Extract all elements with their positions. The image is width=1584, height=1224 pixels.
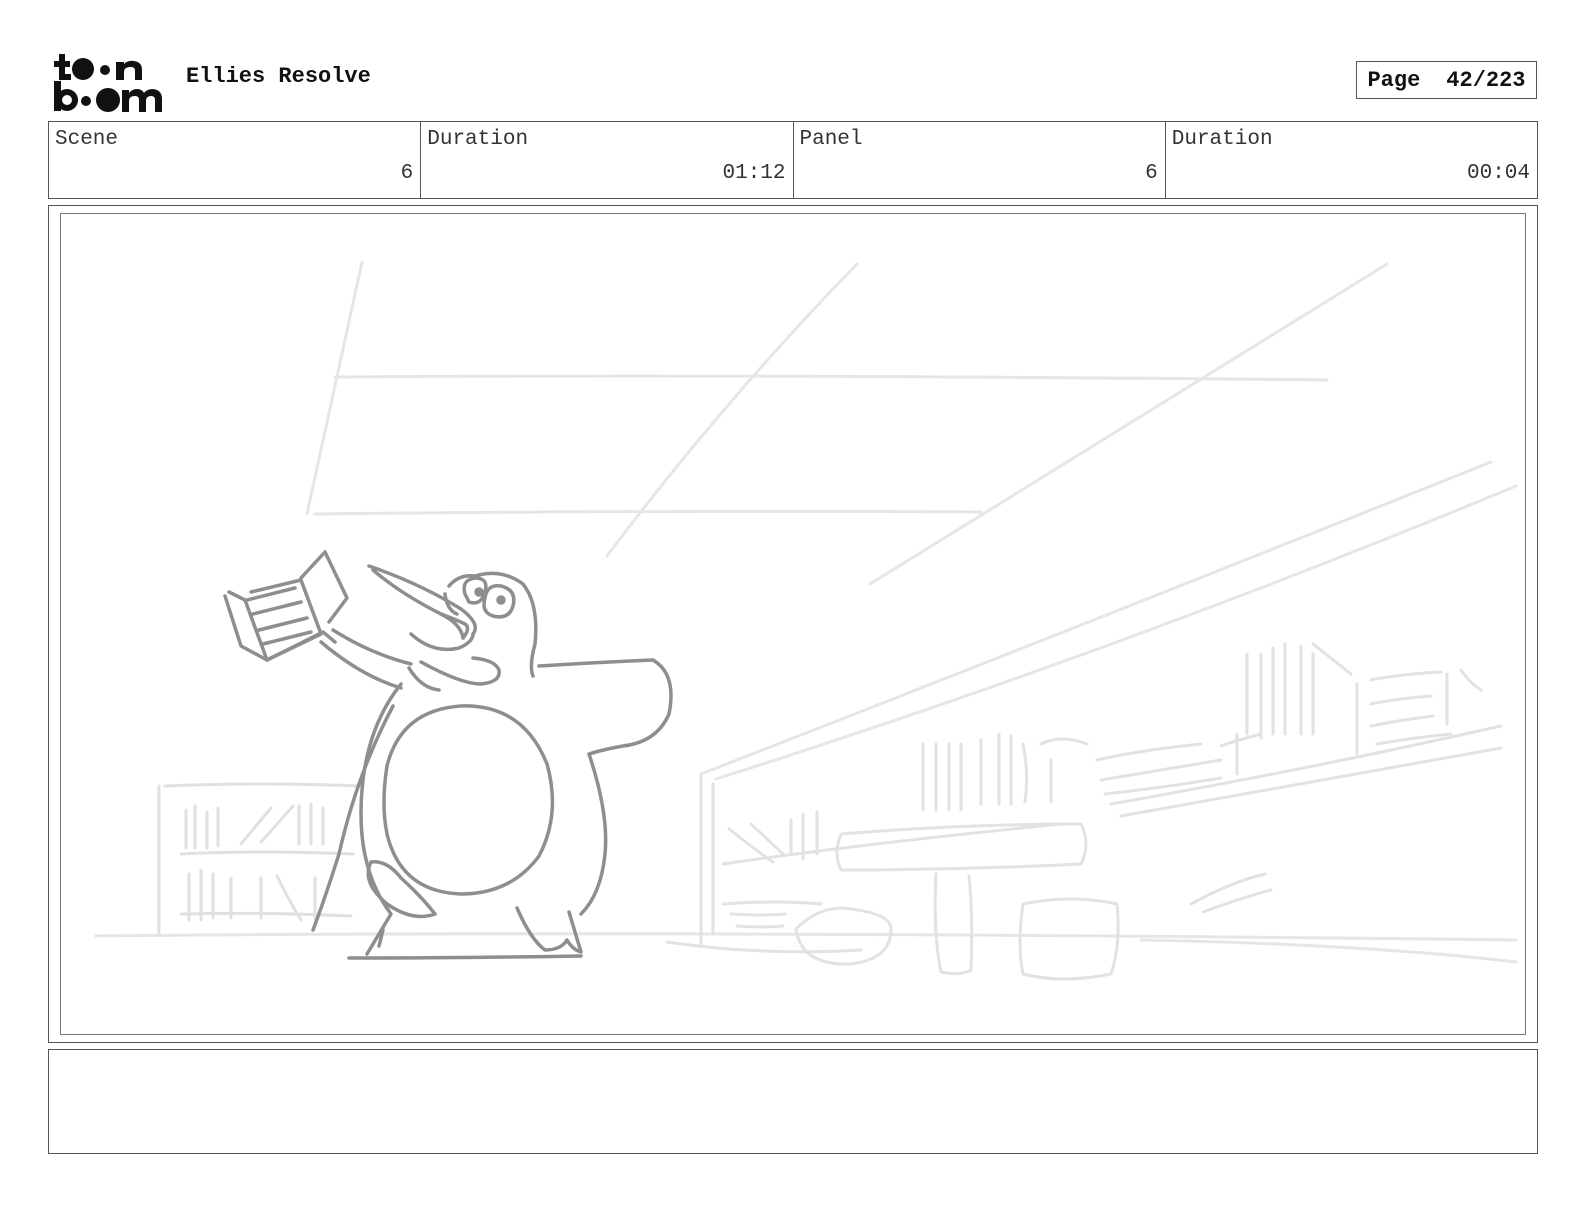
panel-value: 6 [1145,162,1158,185]
penguin-character-sketch [223,550,673,960]
toon-boom-logo [54,54,162,112]
page-indicator: Page 42/223 [1356,61,1537,99]
page-label: Page [1367,67,1421,93]
right-shelving-sketch [665,642,1503,981]
panel-label: Panel [799,128,863,151]
scene-label: Scene [55,128,119,151]
page-number: 42/223 [1446,67,1526,93]
scene-duration-cell: Duration 01:12 [421,122,794,198]
left-bookshelf-sketch [157,782,363,936]
storyboard-panel-frame [48,205,1538,1043]
project-title: Ellies Resolve [186,64,371,89]
panel-notes-area [48,1049,1538,1154]
scene-duration-value: 01:12 [722,162,786,185]
background-perspective-lines [94,260,1518,964]
panel-duration-label: Duration [1171,128,1273,151]
panel-duration-value: 00:04 [1466,162,1530,185]
panel-cell: Panel 6 [794,122,1166,198]
scene-cell: Scene 6 [49,122,422,198]
sketch-drawing [94,260,1518,981]
storyboard-panel-image [60,213,1526,1035]
scene-info-table: Scene 6 Duration 01:12 Panel 6 Duration … [48,121,1538,199]
scene-duration-label: Duration [427,128,529,151]
panel-duration-cell: Duration 00:04 [1166,122,1537,198]
scene-value: 6 [400,162,414,185]
